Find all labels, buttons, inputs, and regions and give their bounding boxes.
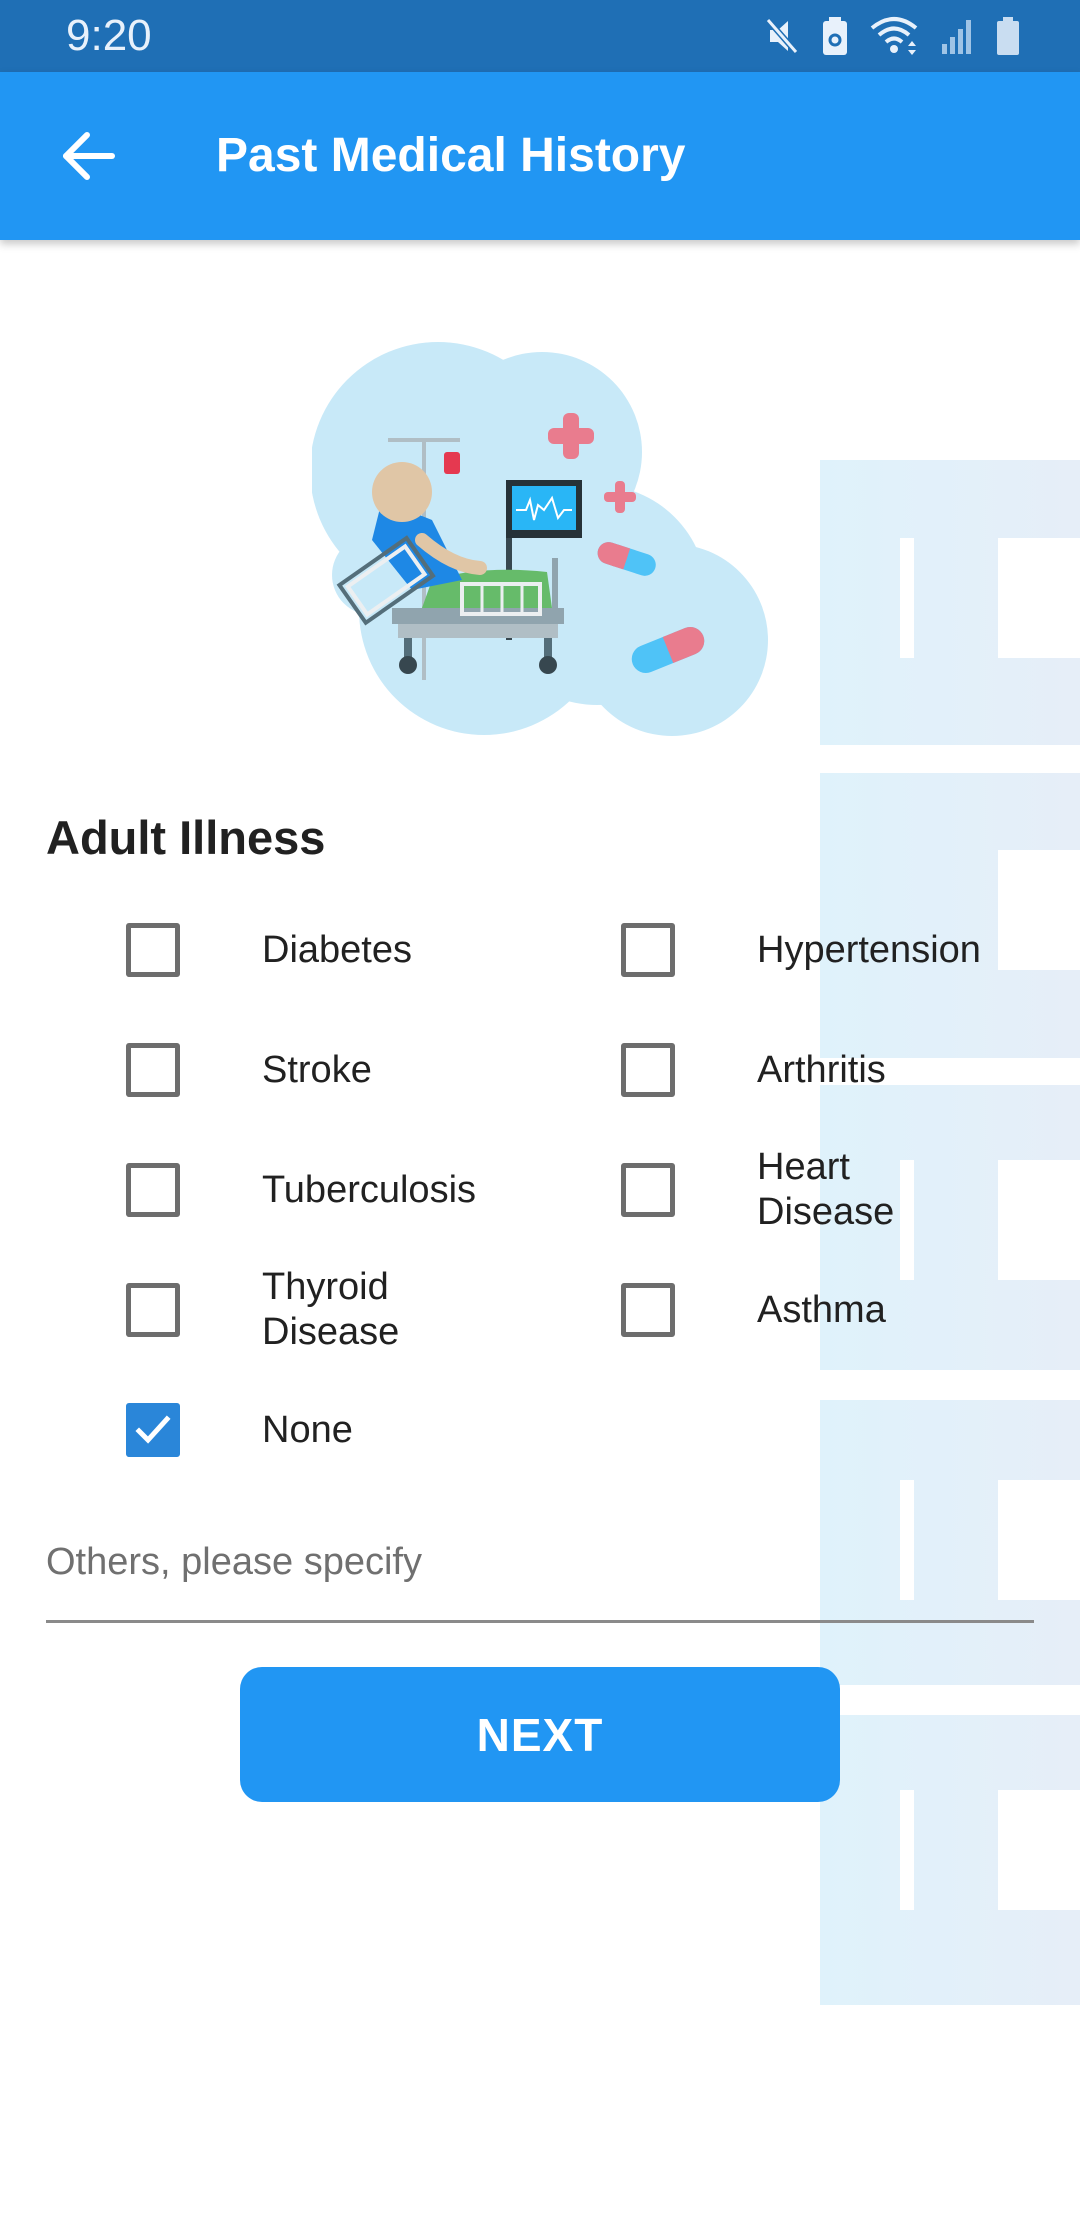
hypertension-checkbox[interactable] (621, 923, 675, 977)
next-button[interactable]: NEXT (240, 1667, 840, 1802)
option-asthma[interactable]: Asthma (621, 1255, 1041, 1365)
back-button[interactable] (44, 112, 132, 200)
option-tuberculosis[interactable]: Tuberculosis (126, 1135, 526, 1245)
status-icons (764, 14, 1020, 58)
option-stroke[interactable]: Stroke (126, 1015, 526, 1125)
page-title: Past Medical History (216, 129, 686, 182)
option-label: Hypertension (757, 928, 981, 971)
option-label: Arthritis (757, 1048, 886, 1091)
thyroid-disease-checkbox[interactable] (126, 1283, 180, 1337)
option-arthritis[interactable]: Arthritis (621, 1015, 1041, 1125)
option-label: Heart Disease (757, 1146, 895, 1233)
tuberculosis-checkbox[interactable] (126, 1163, 180, 1217)
option-none[interactable]: None (126, 1375, 526, 1485)
status-time: 9:20 (66, 11, 152, 60)
option-label: Tuberculosis (262, 1168, 477, 1211)
status-bar: 9:20 (0, 0, 1080, 72)
option-hypertension[interactable]: Hypertension (621, 895, 1041, 1005)
others-specify-input[interactable] (46, 1505, 1034, 1623)
option-label: Diabetes (262, 928, 412, 971)
wifi-icon (870, 16, 918, 56)
option-label: Asthma (757, 1288, 886, 1331)
stroke-checkbox[interactable] (126, 1043, 180, 1097)
none-checkbox[interactable] (126, 1403, 180, 1457)
battery-icon (996, 16, 1020, 56)
option-label: Stroke (262, 1048, 372, 1091)
option-label: None (262, 1408, 353, 1451)
checkmark-icon (135, 1415, 171, 1444)
app-bar: Past Medical History (0, 72, 1080, 240)
signal-icon (940, 16, 974, 56)
arthritis-checkbox[interactable] (621, 1043, 675, 1097)
mute-icon (764, 16, 800, 56)
section-title: Adult Illness (46, 811, 326, 864)
arrow-left-icon (63, 132, 115, 180)
battery-saver-icon (822, 16, 848, 56)
asthma-checkbox[interactable] (621, 1283, 675, 1337)
diabetes-checkbox[interactable] (126, 923, 180, 977)
option-heart-disease[interactable]: Heart Disease (621, 1135, 1041, 1245)
hospital-bed-illustration (312, 342, 768, 736)
option-label: Thyroid Disease (262, 1266, 400, 1353)
heart-disease-checkbox[interactable] (621, 1163, 675, 1217)
option-thyroid-disease[interactable]: Thyroid Disease (126, 1255, 526, 1365)
option-diabetes[interactable]: Diabetes (126, 895, 526, 1005)
